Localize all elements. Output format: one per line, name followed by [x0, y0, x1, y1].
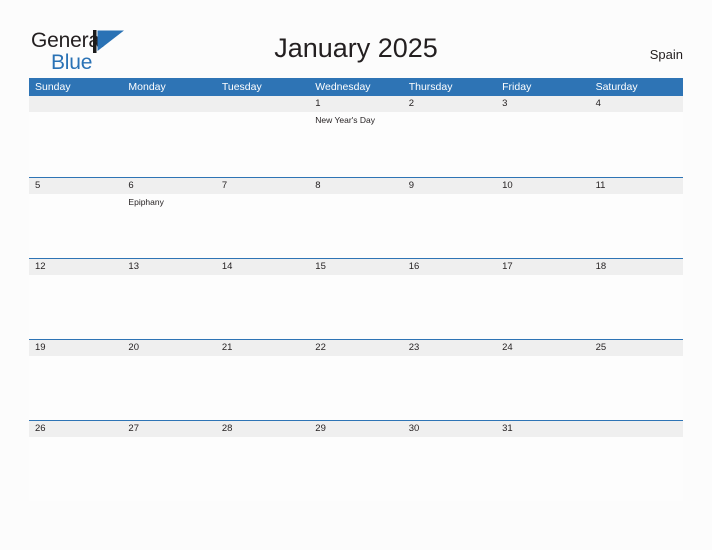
day-event: [122, 112, 215, 174]
day-event: [29, 356, 122, 418]
day-number[interactable]: 9: [403, 178, 496, 194]
day-event: [590, 275, 683, 337]
day-number[interactable]: 3: [496, 96, 589, 112]
day-event: [309, 356, 402, 418]
day-event: New Year's Day: [315, 115, 376, 125]
weekday-header-saturday: Saturday: [595, 80, 638, 93]
day-number[interactable]: 28: [216, 421, 309, 437]
day-event: [496, 275, 589, 337]
day-number[interactable]: 1: [309, 96, 402, 112]
week-date-strip: 26 27 28 29 30 31: [29, 420, 683, 437]
page-title: January 2025: [274, 33, 438, 63]
day-number[interactable]: 15: [309, 259, 402, 275]
locale-label: Spain: [649, 47, 683, 62]
day-event: [216, 356, 309, 418]
calendar-week-row: 19 20 21 22 23 24 25: [29, 339, 683, 420]
day-number[interactable]: 27: [122, 421, 215, 437]
week-event-strip: Epiphany: [29, 194, 683, 256]
day-number[interactable]: 6: [122, 178, 215, 194]
day-event: [403, 194, 496, 256]
day-number[interactable]: 19: [29, 340, 122, 356]
day-event: [590, 437, 683, 499]
day-number[interactable]: [29, 96, 122, 112]
day-number[interactable]: 10: [496, 178, 589, 194]
day-number[interactable]: [122, 96, 215, 112]
day-event: [122, 437, 215, 499]
weekday-header-tuesday: Tuesday: [221, 80, 262, 93]
day-number[interactable]: 11: [590, 178, 683, 194]
day-event: [403, 437, 496, 499]
day-event: [403, 112, 496, 174]
day-event: [29, 112, 122, 174]
day-event: [590, 112, 683, 174]
week-date-strip: 12 13 14 15 16 17 18: [29, 258, 683, 275]
calendar-week-row: 12 13 14 15 16 17 18: [29, 258, 683, 339]
day-number[interactable]: 5: [29, 178, 122, 194]
day-number[interactable]: 30: [403, 421, 496, 437]
calendar-grid: Sunday Monday Tuesday Wednesday Thursday…: [29, 78, 683, 501]
calendar-week-row: 26 27 28 29 30 31: [29, 420, 683, 501]
day-number[interactable]: 31: [496, 421, 589, 437]
day-number[interactable]: 8: [309, 178, 402, 194]
week-event-strip: New Year's Day: [29, 112, 683, 174]
day-event: [216, 194, 309, 256]
weekday-header-wednesday: Wednesday: [315, 80, 371, 93]
day-event: [122, 356, 215, 418]
weekday-header-friday: Friday: [502, 80, 532, 93]
calendar-week-row: 1 2 3 4 New Year's Day: [29, 96, 683, 177]
day-number[interactable]: 4: [590, 96, 683, 112]
week-date-strip: 5 6 7 8 9 10 11: [29, 177, 683, 194]
day-event: [309, 275, 402, 337]
week-event-strip: [29, 275, 683, 337]
day-number[interactable]: 13: [122, 259, 215, 275]
weekday-header-sunday: Sunday: [35, 80, 71, 93]
day-number[interactable]: 21: [216, 340, 309, 356]
day-event: [496, 437, 589, 499]
week-date-strip: 19 20 21 22 23 24 25: [29, 339, 683, 356]
day-number[interactable]: 29: [309, 421, 402, 437]
day-number[interactable]: 22: [309, 340, 402, 356]
day-event: [403, 275, 496, 337]
day-number[interactable]: 14: [216, 259, 309, 275]
day-event: [309, 437, 402, 499]
week-date-strip: 1 2 3 4: [29, 96, 683, 112]
day-event: [122, 275, 215, 337]
day-number[interactable]: 25: [590, 340, 683, 356]
day-number[interactable]: 12: [29, 259, 122, 275]
page-header: General Blue January 2025 Spain: [0, 0, 712, 76]
day-number[interactable]: 2: [403, 96, 496, 112]
weekday-header-thursday: Thursday: [408, 80, 453, 93]
day-event: [309, 194, 402, 256]
day-event: [590, 194, 683, 256]
day-event: [29, 275, 122, 337]
day-event: [29, 437, 122, 499]
day-number[interactable]: 18: [590, 259, 683, 275]
day-number[interactable]: 16: [403, 259, 496, 275]
week-event-strip: [29, 437, 683, 499]
day-number[interactable]: 17: [496, 259, 589, 275]
day-event: [403, 356, 496, 418]
day-number[interactable]: 24: [496, 340, 589, 356]
calendar-week-row: 5 6 7 8 9 10 11 Epiphany: [29, 177, 683, 258]
day-number[interactable]: 23: [403, 340, 496, 356]
day-number[interactable]: 7: [216, 178, 309, 194]
day-number[interactable]: [590, 421, 683, 437]
day-event: [216, 112, 309, 174]
day-event: [496, 112, 589, 174]
day-number[interactable]: 26: [29, 421, 122, 437]
day-event: [496, 194, 589, 256]
day-event: [216, 275, 309, 337]
day-event: [590, 356, 683, 418]
day-event: [29, 194, 122, 256]
weekday-header-row: Sunday Monday Tuesday Wednesday Thursday…: [29, 78, 683, 96]
day-number[interactable]: 20: [122, 340, 215, 356]
day-event: Epiphany: [128, 197, 164, 207]
day-number[interactable]: [216, 96, 309, 112]
week-event-strip: [29, 356, 683, 418]
day-event: [216, 437, 309, 499]
weekday-header-monday: Monday: [128, 80, 166, 93]
day-event: [496, 356, 589, 418]
